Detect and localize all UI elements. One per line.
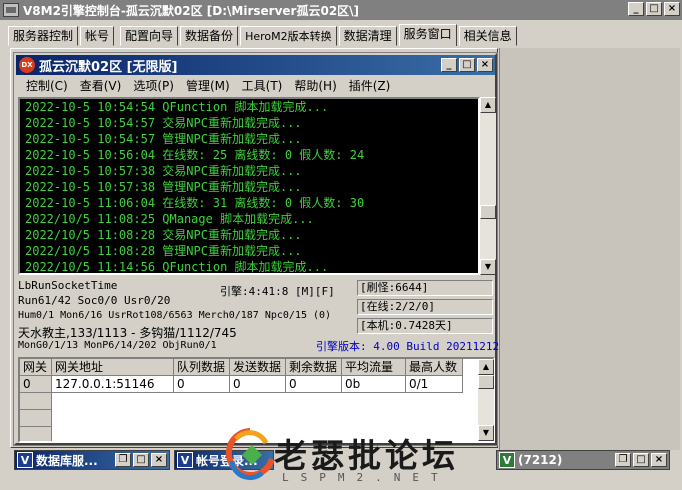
table-scroll-thumb[interactable]	[478, 375, 494, 389]
engine-version: 引擎版本: 4.00 Build 20211212	[316, 340, 500, 353]
menu-control[interactable]: 控制(C)	[20, 77, 74, 94]
log-line: 2022/10/5 11:14:56 QFunction 脚本加载完成...	[25, 260, 329, 274]
log-scrollbar[interactable]: ▲ ▼	[480, 97, 496, 275]
app-title: V8M2引擎控制台-孤云沉默02区 [D:\Mirserver孤云02区\]	[23, 3, 360, 18]
v-logo-icon: V	[17, 452, 33, 468]
status-players: 天水教主,133/1113 - 多钩猫/1112/745	[18, 326, 237, 340]
log-console[interactable]: 2022-10-5 10:54:54 QFunction 脚本加载完成... 2…	[18, 97, 480, 275]
forum-watermark: 老瑟批论坛 LSPM2.NET	[222, 425, 492, 487]
maximize-button[interactable]: □	[133, 453, 149, 467]
m2-close-button[interactable]: ×	[477, 58, 493, 72]
table-scroll-up-icon[interactable]: ▲	[478, 359, 494, 375]
app-title-bar[interactable]: V8M2引擎控制台-孤云沉默02区 [D:\Mirserver孤云02区\] _…	[0, 0, 682, 20]
minimized-db-server-label: 数据库服...	[36, 453, 98, 468]
tab-account[interactable]: 帐号	[80, 26, 115, 46]
m2-menu-bar: 控制(C) 查看(V) 选项(P) 管理(M) 工具(T) 帮助(H) 插件(Z…	[16, 75, 495, 95]
col-send-data[interactable]: 发送数据	[230, 359, 286, 376]
status-engine-time: 引擎:4:41:8 [M][F]	[220, 285, 335, 298]
col-max-users[interactable]: 最高人数	[406, 359, 463, 376]
status-run: Run61/42 Soc0/0 Usr0/20	[18, 294, 171, 307]
table-row[interactable]: 0 127.0.0.1:51146 0 0 0 0b 0/1	[20, 376, 493, 393]
m2-minimize-button[interactable]: _	[441, 58, 457, 72]
minimized-gate-label: (7212)	[518, 453, 563, 467]
col-queue-data[interactable]: 队列数据	[174, 359, 230, 376]
close-button[interactable]: ×	[651, 453, 667, 467]
log-line: 2022-10-5 10:57:38 管理NPC重新加载完成...	[25, 180, 302, 194]
menu-help[interactable]: 帮助(H)	[288, 77, 342, 94]
cell-send: 0	[230, 376, 286, 393]
cell-queue: 0	[174, 376, 230, 393]
col-avg-traffic[interactable]: 平均流量	[342, 359, 406, 376]
status-hum: Hum0/1 Mon6/16 UsrRot108/6563 Merch0/187…	[18, 310, 332, 321]
cell-max: 0/1	[406, 376, 463, 393]
watermark-text: 老瑟批论坛	[274, 436, 459, 475]
row-header-cell	[20, 393, 52, 410]
tab-related-info[interactable]: 相关信息	[458, 26, 517, 46]
minimized-db-server[interactable]: V 数据库服... ❐ □ ×	[14, 450, 170, 470]
status-mon: MonG0/1/13 MonP6/14/202 ObjRun0/1	[18, 340, 217, 351]
col-remaining-data[interactable]: 剩余数据	[286, 359, 342, 376]
tab-data-cleanup[interactable]: 数据清理	[338, 26, 397, 46]
maximize-button[interactable]: □	[633, 453, 649, 467]
minimize-button[interactable]: _	[628, 2, 644, 16]
log-line: 2022/10/5 11:08:28 交易NPC重新加载完成...	[25, 228, 302, 242]
maximize-button[interactable]: □	[646, 2, 662, 16]
log-line: 2022-10-5 11:06:04 在线数: 31 离线数: 0 假人数: 3…	[25, 196, 365, 210]
close-button[interactable]: ×	[151, 453, 167, 467]
log-line: 2022-10-5 10:54:57 交易NPC重新加载完成...	[25, 116, 302, 130]
col-gateway[interactable]: 网关	[20, 359, 52, 376]
menu-manage[interactable]: 管理(M)	[180, 77, 236, 94]
menu-tools[interactable]: 工具(T)	[236, 77, 289, 94]
row-header-cell	[20, 410, 52, 427]
cell-gateway: 0	[20, 376, 52, 393]
m2-server-window: DX 孤云沉默02区 [无限版] _ □ × 控制(C) 查看(V) 选项(P)…	[13, 52, 500, 446]
tab-config-wizard[interactable]: 配置向导	[120, 26, 179, 46]
v-logo-icon: V	[177, 452, 193, 468]
cell-remaining: 0	[286, 376, 342, 393]
gate-icon: V	[499, 452, 515, 468]
app-icon	[3, 3, 19, 17]
m2-title-bar[interactable]: DX 孤云沉默02区 [无限版] _ □ ×	[16, 55, 495, 75]
table-row[interactable]	[20, 393, 493, 410]
tab-data-backup[interactable]: 数据备份	[180, 26, 239, 46]
row-header-cell	[20, 427, 52, 441]
refresh-monster-count: [刷怪:6644]	[357, 280, 493, 296]
menu-plugins[interactable]: 插件(Z)	[343, 77, 397, 94]
log-line: 2022-10-5 10:54:57 管理NPC重新加载完成...	[25, 132, 302, 146]
main-tabs: 服务器控制 帐号 配置向导 数据备份 HeroM2版本转换 数据清理 服务窗口 …	[8, 24, 519, 46]
right-empty-panel	[499, 48, 680, 450]
restore-button[interactable]: ❐	[615, 453, 631, 467]
menu-view[interactable]: 查看(V)	[74, 77, 128, 94]
tab-server-control[interactable]: 服务器控制	[8, 26, 79, 46]
minimized-gate-window[interactable]: V (7212) ❐ □ ×	[496, 450, 670, 470]
log-line: 2022-10-5 10:57:38 交易NPC重新加载完成...	[25, 164, 302, 178]
dx-icon: DX	[19, 57, 35, 73]
tab-service-window[interactable]: 服务窗口	[398, 24, 457, 46]
online-count: [在线:2/2/0]	[357, 299, 493, 315]
scroll-down-icon[interactable]: ▼	[480, 259, 496, 275]
cell-address: 127.0.0.1:51146	[52, 376, 174, 393]
scroll-thumb[interactable]	[480, 205, 496, 219]
m2-maximize-button[interactable]: □	[459, 58, 475, 72]
log-line: 2022/10/5 11:08:25 QManage 脚本加载完成...	[25, 212, 314, 226]
cell-avg: 0b	[342, 376, 406, 393]
log-line: 2022-10-5 10:56:04 在线数: 25 离线数: 0 假人数: 2…	[25, 148, 365, 162]
forum-logo-icon	[225, 428, 275, 481]
restore-button[interactable]: ❐	[115, 453, 131, 467]
menu-options[interactable]: 选项(P)	[127, 77, 180, 94]
status-socket-time: LbRunSocketTime	[18, 279, 118, 292]
table-header: 网关 网关地址 队列数据 发送数据 剩余数据 平均流量 最高人数	[20, 359, 493, 376]
watermark-subtext: LSPM2.NET	[282, 471, 450, 484]
local-uptime: [本机:0.7428天]	[357, 318, 493, 334]
log-line: 2022/10/5 11:08:28 管理NPC重新加载完成...	[25, 244, 302, 258]
tab-herom2-convert[interactable]: HeroM2版本转换	[240, 26, 337, 46]
col-gateway-address[interactable]: 网关地址	[52, 359, 174, 376]
log-line: 2022-10-5 10:54:54 QFunction 脚本加载完成...	[25, 100, 329, 114]
m2-title: 孤云沉默02区 [无限版]	[39, 59, 178, 75]
close-button[interactable]: ×	[664, 2, 680, 16]
scroll-up-icon[interactable]: ▲	[480, 97, 496, 113]
